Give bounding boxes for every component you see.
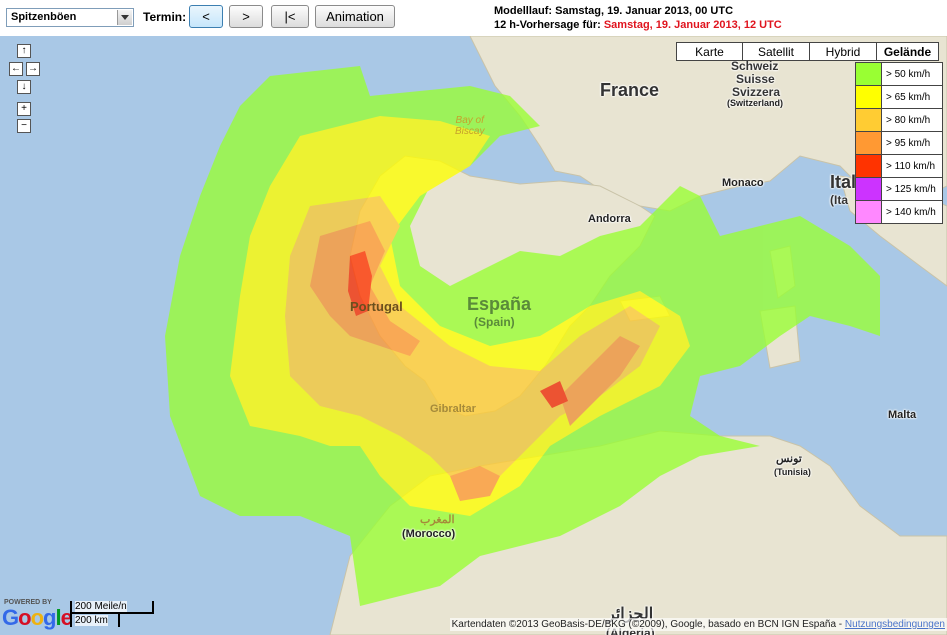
legend-row: > 125 km/h [856,178,942,201]
plus-icon: + [21,103,27,114]
label-switzerland: (Switzerland) [727,98,784,108]
legend-row: > 140 km/h [856,201,942,223]
legend-swatch [856,86,882,108]
forecast-label: 12 h-Vorhersage für: [494,19,604,31]
label-schweiz: Schweiz [731,59,779,73]
run-info: Modelllauf: Samstag, 19. Januar 2013, 00… [494,4,782,32]
legend-swatch [856,178,882,200]
label-france: France [600,80,660,100]
pan-down-button[interactable]: ↓ [17,80,31,94]
minus-icon: − [21,120,27,131]
map-copyright: Kartendaten ©2013 GeoBasis-DE/BKG (©2009… [449,618,947,631]
label-gibraltar: Gibraltar [430,403,476,415]
google-logo-o1: o [18,605,31,630]
label-bay-of-biscay: Bay of Biscay [455,115,484,137]
gust-legend: > 50 km/h > 65 km/h > 80 km/h > 95 km/h … [855,62,943,224]
label-tunisia-arabic: تونس [776,453,802,465]
label-tunisia: (Tunisia) [774,467,811,477]
label-monaco: Monaco [722,177,764,189]
scale-km-label: 200 km [75,615,108,626]
legend-label: > 125 km/h [886,183,936,195]
label-spain: (Spain) [474,315,515,329]
legend-swatch [856,109,882,131]
pan-right-button[interactable]: → [26,62,40,76]
terms-link[interactable]: Nutzungsbedingungen [845,619,945,630]
label-malta: Malta [888,409,917,421]
toolbar: Spitzenböen Termin: < > |< Animation Mod… [0,0,947,36]
chevron-down-icon[interactable] [117,10,132,25]
label-svizzera: Svizzera [732,85,781,99]
scale-bar: 200 Meile/n 200 km [70,601,156,631]
arrow-right-icon: → [28,63,38,74]
next-step-button[interactable]: > [229,5,263,28]
legend-label: > 50 km/h [886,68,931,80]
label-espana: España [467,294,532,314]
label-italia: Ital [830,172,857,192]
legend-label: > 110 km/h [886,160,936,172]
legend-label: > 140 km/h [886,206,936,218]
legend-swatch [856,132,882,154]
map-type-karte[interactable]: Karte [676,42,743,61]
legend-label: > 80 km/h [886,114,931,126]
google-logo-g2: g [43,605,56,630]
model-run-line: Modelllauf: Samstag, 19. Januar 2013, 00… [494,4,782,18]
copyright-text: Kartendaten ©2013 GeoBasis-DE/BKG (©2009… [451,619,845,630]
label-morocco-arabic: المغرب [420,514,455,526]
label-portugal: Portugal [350,299,403,314]
legend-row: > 95 km/h [856,132,942,155]
label-morocco: (Morocco) [402,528,456,540]
map-canvas[interactable]: France Schweiz Suisse Svizzera (Switzerl… [0,36,947,635]
parameter-select[interactable]: Spitzenböen [6,8,134,27]
previous-step-button[interactable]: < [189,5,223,28]
map-type-gelaende[interactable]: Gelände [876,42,939,61]
scale-miles-label: 200 Meile/n [75,601,127,612]
legend-row: > 50 km/h [856,63,942,86]
parameter-select-value: Spitzenböen [11,11,77,23]
pan-left-button[interactable]: ← [9,62,23,76]
legend-label: > 95 km/h [886,137,931,149]
label-italy: (Ita [830,193,848,207]
legend-swatch [856,63,882,85]
forecast-value: Samstag, 19. Januar 2013, 12 UTC [603,19,782,31]
label-bay-of-biscay-text: Bay of Biscay [455,115,485,137]
map-type-hybrid[interactable]: Hybrid [809,42,877,61]
arrow-left-icon: ← [11,63,21,74]
legend-row: > 65 km/h [856,86,942,109]
legend-swatch [856,201,882,223]
first-step-button[interactable]: |< [271,5,309,28]
google-logo[interactable]: Google [2,605,73,631]
arrow-up-icon: ↑ [21,45,27,56]
model-run-value: Samstag, 19. Januar 2013, 00 UTC [555,5,734,17]
legend-label: > 65 km/h [886,91,931,103]
zoom-out-button[interactable]: − [17,119,31,133]
forecast-line: 12 h-Vorhersage für: Samstag, 19. Januar… [494,18,782,32]
legend-swatch [856,155,882,177]
map-type-bar: Karte Satellit Hybrid Gelände [676,42,939,61]
legend-row: > 80 km/h [856,109,942,132]
google-logo-g: G [2,605,19,630]
pan-up-button[interactable]: ↑ [17,44,31,58]
animation-button[interactable]: Animation [315,5,395,28]
model-run-label: Modelllauf: [494,5,556,17]
map-type-satellit[interactable]: Satellit [742,42,810,61]
zoom-in-button[interactable]: + [17,102,31,116]
label-andorra: Andorra [588,213,631,225]
label-suisse: Suisse [736,72,775,86]
termin-label: Termin: [143,10,187,24]
google-logo-o2: o [30,605,44,630]
arrow-down-icon: ↓ [21,81,27,92]
legend-row: > 110 km/h [856,155,942,178]
